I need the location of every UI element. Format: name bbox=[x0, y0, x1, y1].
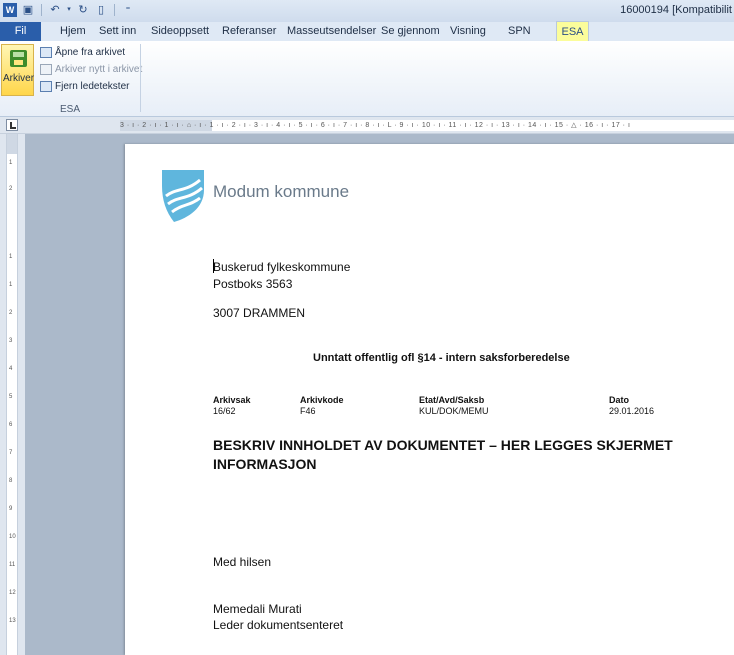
document-page[interactable]: Modum kommune Buskerud fylkeskommune Pos… bbox=[125, 144, 734, 655]
vruler-tick: 13 bbox=[9, 618, 16, 624]
meta-value-arkivsak[interactable]: 16/62 bbox=[213, 406, 236, 416]
heading-line-2: INFORMASJON bbox=[213, 456, 317, 472]
recipient-address[interactable]: Postboks 3563 bbox=[213, 277, 292, 291]
quick-access-toolbar: W ▣ ↶ ▾ ↻ ▯ ⁼ bbox=[3, 3, 135, 17]
tab-spn[interactable]: SPN bbox=[508, 22, 531, 41]
archive-new-button[interactable]: Arkiver nytt i arkivet bbox=[40, 62, 142, 76]
meta-value-arkivkode[interactable]: F46 bbox=[300, 406, 316, 416]
archive-new-label: Arkiver nytt i arkivet bbox=[55, 63, 143, 75]
ribbon-panel: Arkiver Åpne fra arkivet Arkiver nytt i … bbox=[0, 41, 734, 117]
modum-logo-icon bbox=[162, 170, 204, 222]
classification-note[interactable]: Unntatt offentlig ofl §14 - intern saksf… bbox=[313, 352, 570, 364]
document-title: 16000194 [Kompatibilit bbox=[620, 4, 732, 16]
remove-guides-icon bbox=[40, 80, 52, 92]
open-from-archive-button[interactable]: Åpne fra arkivet bbox=[40, 45, 125, 59]
vertical-ruler-area: 1 2 1 1 2 3 4 5 6 7 8 9 10 11 12 13 bbox=[0, 134, 25, 655]
remove-guides-button[interactable]: Fjern ledetekster bbox=[40, 79, 129, 93]
vruler-tick: 2 bbox=[9, 310, 13, 316]
tab-fil[interactable]: Fil bbox=[0, 22, 41, 41]
tab-sett-inn[interactable]: Sett inn bbox=[99, 22, 136, 41]
archive-disk-icon bbox=[10, 50, 27, 67]
word-icon[interactable]: W bbox=[3, 3, 17, 17]
customize-icon[interactable]: ⁼ bbox=[121, 3, 135, 17]
vruler-tick: 1 bbox=[9, 282, 13, 288]
tab-hjem[interactable]: Hjem bbox=[60, 22, 86, 41]
redo-icon[interactable]: ↻ bbox=[76, 3, 90, 17]
tab-sideoppsett[interactable]: Sideoppsett bbox=[151, 22, 209, 41]
tab-se-gjennom[interactable]: Se gjennom bbox=[381, 22, 440, 41]
meta-header-etat: Etat/Avd/Saksb bbox=[419, 395, 485, 405]
meta-header-arkivkode: Arkivkode bbox=[300, 395, 344, 405]
vruler-tick: 12 bbox=[9, 590, 16, 596]
vruler-tick: 1 bbox=[9, 254, 13, 260]
archive-button[interactable]: Arkiver bbox=[1, 44, 34, 96]
open-from-archive-label: Åpne fra arkivet bbox=[55, 46, 126, 58]
new-doc-icon[interactable]: ▯ bbox=[94, 3, 108, 17]
tab-masseutsendelser[interactable]: Masseutsendelser bbox=[287, 22, 376, 41]
vruler-tick: 11 bbox=[9, 562, 16, 568]
vruler-tick: 10 bbox=[9, 534, 16, 540]
ruler-margin-top bbox=[7, 134, 17, 154]
tab-stop-selector[interactable] bbox=[6, 119, 18, 131]
signer-name[interactable]: Memedali Murati bbox=[213, 602, 302, 616]
vruler-tick: 9 bbox=[9, 506, 13, 512]
vruler-tick: 6 bbox=[9, 422, 13, 428]
horizontal-ruler[interactable]: 3 · ı · 2 · ı · 1 · ı · ⌂ · ı · 1 · ı · … bbox=[120, 120, 734, 131]
vruler-tick: 3 bbox=[9, 338, 13, 344]
toolbar-separator bbox=[41, 4, 42, 16]
signer-title[interactable]: Leder dokumentsenteret bbox=[213, 618, 343, 632]
vruler-tick: 5 bbox=[9, 394, 13, 400]
ribbon-group-separator bbox=[140, 44, 141, 112]
undo-icon[interactable]: ↶ bbox=[48, 3, 62, 17]
greeting[interactable]: Med hilsen bbox=[213, 555, 271, 569]
heading-line-1: BESKRIV INNHOLDET AV DOKUMENTET – HER LE… bbox=[213, 437, 673, 453]
meta-header-arkivsak: Arkivsak bbox=[213, 395, 251, 405]
recipient-name[interactable]: Buskerud fylkeskommune bbox=[213, 260, 350, 274]
vruler-tick: 7 bbox=[9, 450, 13, 456]
ruler-row: 3 · ı · 2 · ı · 1 · ı · ⌂ · ı · 1 · ı · … bbox=[0, 117, 734, 134]
meta-header-dato: Dato bbox=[609, 395, 629, 405]
document-canvas[interactable]: Modum kommune Buskerud fylkeskommune Pos… bbox=[25, 134, 734, 655]
vruler-tick: 2 bbox=[9, 186, 13, 192]
dropdown-arrow-icon[interactable]: ▾ bbox=[66, 3, 72, 17]
horizontal-ruler-ticks: 3 · ı · 2 · ı · 1 · ı · ⌂ · ı · 1 · ı · … bbox=[120, 122, 631, 129]
meta-value-dato[interactable]: 29.01.2016 bbox=[609, 406, 654, 416]
meta-value-etat[interactable]: KUL/DOK/MEMU bbox=[419, 406, 489, 416]
ribbon-group-label: ESA bbox=[59, 104, 80, 115]
toolbar-separator bbox=[114, 4, 115, 16]
org-name: Modum kommune bbox=[213, 182, 350, 201]
tab-visning[interactable]: Visning bbox=[450, 22, 486, 41]
tab-referanser[interactable]: Referanser bbox=[222, 22, 276, 41]
archive-new-icon bbox=[40, 63, 52, 75]
remove-guides-label: Fjern ledetekster bbox=[55, 80, 130, 92]
title-bar: W ▣ ↶ ▾ ↻ ▯ ⁼ 16000194 [Kompatibilit bbox=[0, 0, 734, 23]
archive-button-label: Arkiver bbox=[2, 73, 35, 84]
recipient-postal[interactable]: 3007 DRAMMEN bbox=[213, 306, 305, 320]
save-icon[interactable]: ▣ bbox=[21, 3, 35, 17]
vertical-ruler[interactable]: 1 2 1 1 2 3 4 5 6 7 8 9 10 11 12 13 bbox=[6, 134, 18, 655]
tab-esa[interactable]: ESA bbox=[556, 21, 589, 41]
vruler-tick: 4 bbox=[9, 366, 13, 372]
document-heading[interactable]: BESKRIV INNHOLDET AV DOKUMENTET – HER LE… bbox=[213, 436, 673, 474]
vruler-tick: 8 bbox=[9, 478, 13, 484]
ribbon-tabs: Fil Hjem Sett inn Sideoppsett Referanser… bbox=[0, 21, 734, 41]
vruler-tick: 1 bbox=[9, 160, 13, 166]
folder-open-icon bbox=[40, 46, 52, 58]
